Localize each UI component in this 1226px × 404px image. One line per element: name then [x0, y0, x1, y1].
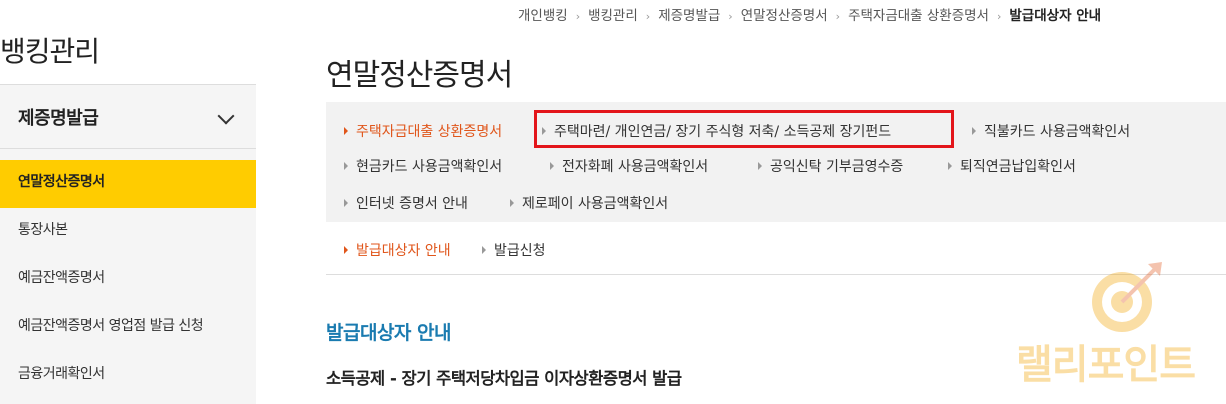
breadcrumb: 개인뱅킹 › 뱅킹관리 › 제증명발급 › 연말정산증명서 › 주택자금대출 상환증명서 › 발급대… [518, 4, 1101, 24]
triangle-right-icon [948, 162, 952, 170]
sidebar-item-deposit-balance-branch[interactable]: 예금잔액증명서 영업점 발급 신청 [0, 304, 256, 352]
sidebar-item-year-end-tax[interactable]: 연말정산증명서 [0, 160, 256, 208]
breadcrumb-item[interactable]: 개인뱅킹 [518, 8, 568, 24]
breadcrumb-current: 발급대상자 안내 [1009, 8, 1102, 24]
tab-issue-request[interactable]: 발급신청 [482, 240, 546, 260]
sidebar-item-financial-transaction[interactable]: 금융거래확인서 [0, 352, 256, 400]
sub-heading: 소득공제 - 장기 주택저당차입금 이자상환증명서 발급 [326, 369, 682, 388]
breadcrumb-item[interactable]: 제증명발급 [658, 8, 720, 24]
triangle-right-icon [482, 246, 486, 254]
triangle-right-icon [344, 162, 348, 170]
tab-debit-card-usage[interactable]: 직불카드 사용금액확인서 [972, 121, 1130, 141]
triangle-right-icon [344, 246, 348, 254]
tab-zeropay-usage[interactable]: 제로페이 사용금액확인서 [510, 193, 668, 213]
tab-eligibility-guide[interactable]: 발급대상자 안내 [344, 240, 451, 260]
triangle-right-icon [550, 162, 554, 170]
triangle-right-icon [344, 199, 348, 207]
sidebar-item-deposit-balance[interactable]: 예금잔액증명서 [0, 256, 256, 304]
triangle-right-icon [542, 127, 546, 135]
chevron-right-icon: › [728, 10, 733, 23]
chevron-right-icon: › [575, 10, 581, 23]
tab-retirement-pension[interactable]: 퇴직연금납입확인서 [948, 156, 1076, 176]
chevron-down-icon[interactable] [217, 107, 235, 125]
tab-public-trust-donation[interactable]: 공익신탁 기부금영수증 [758, 156, 903, 176]
page-title: 연말정산증명서 [326, 58, 513, 93]
watermark-text: 랠리포인트 [1016, 342, 1196, 388]
breadcrumb-item[interactable]: 뱅킹관리 [588, 8, 638, 24]
sidebar-section-label: 제증명발급 [18, 108, 99, 129]
sidebar-menu: 연말정산증명서 통장사본 예금잔액증명서 예금잔액증명서 영업점 발급 신청 금… [0, 160, 256, 400]
chevron-right-icon: › [835, 10, 841, 23]
triangle-right-icon [758, 162, 762, 170]
tab-housing-loan-repayment[interactable]: 주택자금대출 상환증명서 [344, 121, 502, 141]
sidebar: 뱅킹관리 제증명발급 연말정산증명서 통장사본 예금잔액증명서 예금잔액증명서 … [0, 0, 256, 404]
triangle-right-icon [344, 127, 348, 135]
watermark: 랠리포인트 [1016, 258, 1216, 388]
chevron-right-icon: › [645, 10, 651, 23]
triangle-right-icon [510, 199, 514, 207]
section-heading: 발급대상자 안내 [326, 322, 451, 344]
chevron-right-icon: › [996, 10, 1002, 23]
sub-tab-bar: 발급대상자 안내 발급신청 [326, 226, 1226, 275]
breadcrumb-item[interactable]: 연말정산증명서 [741, 8, 828, 24]
tab-internet-certificate[interactable]: 인터넷 증명서 안내 [344, 193, 468, 213]
triangle-right-icon [972, 127, 976, 135]
tab-cash-card-usage[interactable]: 현금카드 사용금액확인서 [344, 156, 502, 176]
sidebar-item-passbook-copy[interactable]: 통장사본 [0, 208, 256, 256]
breadcrumb-item[interactable]: 주택자금대출 상환증명서 [848, 8, 989, 24]
tab-housing-pension-savings[interactable]: 주택마련/ 개인연금/ 장기 주식형 저축/ 소득공제 장기펀드 [542, 121, 891, 141]
sidebar-title: 뱅킹관리 [0, 35, 100, 68]
sidebar-section-header[interactable]: 제증명발급 [0, 84, 256, 149]
tab-e-money-usage[interactable]: 전자화폐 사용금액확인서 [550, 156, 708, 176]
